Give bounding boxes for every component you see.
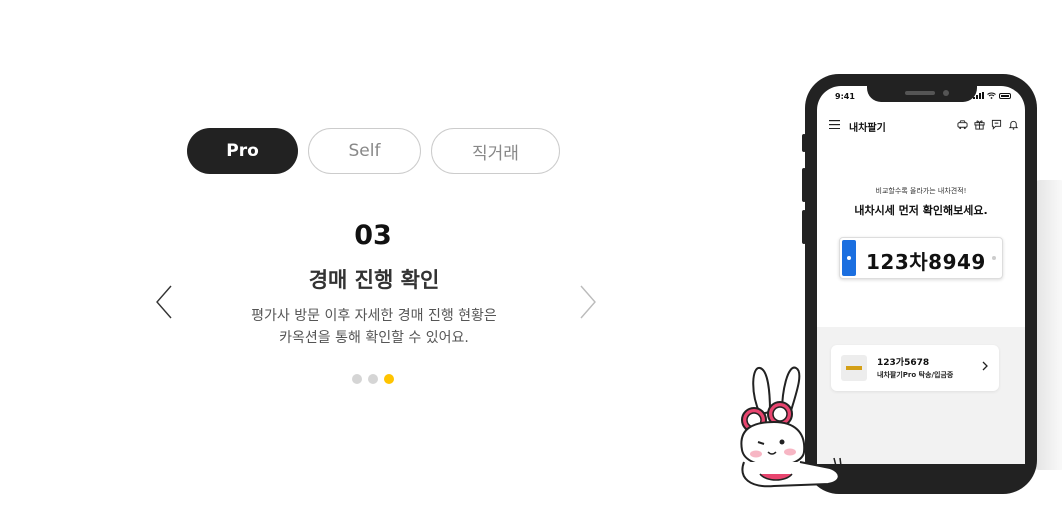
- menu-icon[interactable]: [829, 120, 840, 129]
- chevron-right-icon: [982, 361, 988, 371]
- carousel-dot-2[interactable]: [368, 374, 378, 384]
- next-arrow-icon[interactable]: [575, 284, 599, 320]
- step-description-line1: 평가사 방문 이후 자세한 경매 진행 현황은: [251, 308, 497, 324]
- phone-volume-up-button: [802, 168, 806, 202]
- signal-icon: [973, 92, 984, 99]
- service-tabs: Pro Self 직거래: [187, 128, 560, 174]
- bell-icon[interactable]: [1008, 119, 1019, 130]
- step-number: 03: [352, 220, 394, 252]
- app-header: 내차팔기: [817, 116, 1025, 138]
- status-icons: [973, 92, 1011, 99]
- battery-icon: [999, 92, 1011, 99]
- chat-icon[interactable]: [991, 119, 1002, 130]
- carousel-dot-3[interactable]: [384, 374, 394, 384]
- speaker-icon: [905, 91, 935, 95]
- step-number-text: 03: [354, 220, 392, 251]
- carousel-dot-1[interactable]: [352, 374, 362, 384]
- car-card-plate: 123가5678: [877, 358, 930, 368]
- phone-mute-button: [802, 134, 806, 152]
- car-card-status: 내차팔기Pro 탁송/입금중: [877, 371, 954, 379]
- carousel-dots: [352, 374, 400, 384]
- car-card[interactable]: 123가5678 내차팔기Pro 탁송/입금중: [831, 345, 999, 391]
- step-description: 평가사 방문 이후 자세한 경매 진행 현황은 카옥션을 통해 확인할 수 있어…: [204, 305, 544, 349]
- main-copy: 내차시세 먼저 확인해보세요.: [854, 204, 988, 217]
- phone-volume-down-button: [802, 210, 806, 244]
- gift-icon[interactable]: [974, 119, 985, 130]
- prev-arrow-icon[interactable]: [153, 284, 177, 320]
- sub-copy: 비교할수록 올라가는 내차견적!: [875, 187, 967, 195]
- wifi-icon: [987, 92, 996, 99]
- plate-number: 123차8949: [866, 250, 986, 274]
- plate-blue-strip: [842, 240, 856, 276]
- phone-notch: [867, 86, 977, 102]
- tab-self[interactable]: Self: [308, 128, 421, 174]
- status-time: 9:41: [835, 92, 855, 101]
- license-plate-input[interactable]: 123차8949: [839, 237, 1003, 279]
- app-title: 내차팔기: [849, 123, 886, 134]
- plate-bolt: [992, 256, 996, 260]
- step-description-line2: 카옥션을 통해 확인할 수 있어요.: [279, 330, 469, 346]
- rabbit-mascot-icon: [740, 366, 842, 488]
- tab-direct-trade[interactable]: 직거래: [431, 128, 560, 174]
- camera-icon: [943, 90, 949, 96]
- header-icons: [957, 119, 1019, 130]
- car-icon[interactable]: [957, 119, 968, 130]
- tab-pro[interactable]: Pro: [187, 128, 298, 174]
- step-title: 경매 진행 확인: [308, 268, 440, 292]
